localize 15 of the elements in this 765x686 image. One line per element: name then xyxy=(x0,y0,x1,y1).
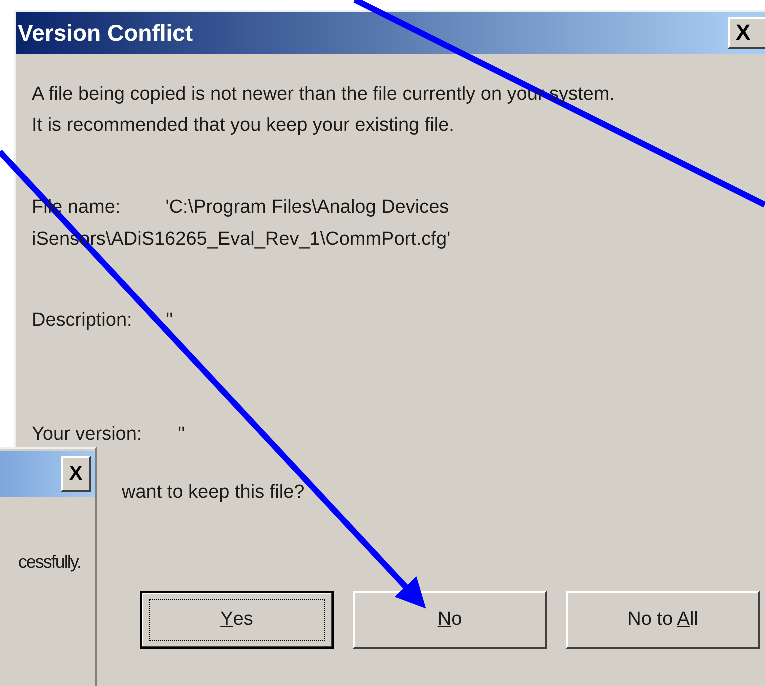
message-text: A file being copied is not newer than the file currently on your system. xyxy=(32,83,616,107)
message-text: It is recommended that you keep your existing file. xyxy=(32,114,456,138)
close-button[interactable]: X xyxy=(61,456,91,492)
field-value: '' xyxy=(166,309,174,333)
field-value: '' xyxy=(178,423,186,447)
dialog-button[interactable]: Yes xyxy=(140,591,334,649)
field-label: Your version: xyxy=(32,423,144,447)
question-text: want to keep this file? xyxy=(122,481,306,505)
dialog-button[interactable]: No xyxy=(353,591,547,649)
close-button[interactable]: X xyxy=(728,17,765,49)
field-value: 'C:\Program Files\Analog Devices xyxy=(166,196,450,220)
message-text: cessfully. xyxy=(18,551,82,574)
window-title: Version Conflict xyxy=(18,18,194,48)
field-label: Description: xyxy=(32,309,134,333)
dialog-button[interactable]: No to All xyxy=(566,591,760,649)
